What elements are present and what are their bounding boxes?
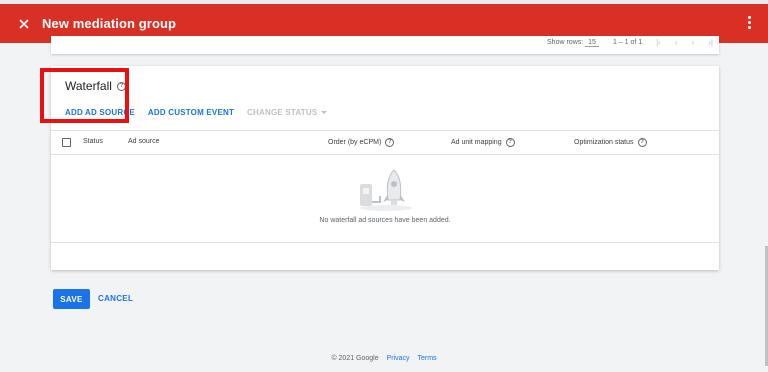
save-button[interactable]: SAVE <box>53 289 90 309</box>
column-status[interactable]: Status <box>83 138 103 145</box>
close-icon[interactable] <box>16 16 32 32</box>
rocket-launch-illustration <box>356 166 416 217</box>
page-range: 1 – 1 of 1 <box>612 39 643 46</box>
column-optimization-status[interactable]: Optimization status? <box>574 138 647 147</box>
waterfall-card: Waterfall ? ADD AD SOURCE ADD CUSTOM EVE… <box>51 66 719 270</box>
select-all-checkbox[interactable] <box>62 138 71 147</box>
column-ad-unit-mapping[interactable]: Ad unit mapping? <box>451 138 515 147</box>
empty-state-message: No waterfall ad sources have been added. <box>319 217 451 224</box>
chevron-down-icon <box>321 111 328 114</box>
add-custom-event-button[interactable]: ADD CUSTOM EVENT <box>148 108 234 117</box>
terms-link[interactable]: Terms <box>418 355 437 362</box>
annotation-highlight-box <box>40 68 129 123</box>
pagination-card: Show rows: 15 1 – 1 of 1 |‹ ‹ › ›| <box>51 36 719 54</box>
privacy-link[interactable]: Privacy <box>387 355 410 362</box>
pagination: Show rows: 15 1 – 1 of 1 |‹ ‹ › ›| <box>547 38 713 47</box>
help-icon[interactable]: ? <box>637 138 647 147</box>
page-footer: © 2021 Google Privacy Terms <box>0 355 768 362</box>
divider <box>51 242 719 243</box>
change-status-label: CHANGE STATUS <box>247 108 318 117</box>
cancel-button[interactable]: CANCEL <box>98 294 133 303</box>
column-order[interactable]: Order (by eCPM)? <box>328 138 395 147</box>
column-ad-source[interactable]: Ad source <box>128 138 160 145</box>
first-page-icon[interactable]: |‹ <box>656 38 661 47</box>
more-vert-icon[interactable] <box>748 16 752 32</box>
next-page-icon[interactable]: › <box>692 38 695 47</box>
help-icon[interactable]: ? <box>505 138 515 147</box>
rows-label: Show rows: <box>547 39 584 46</box>
copyright-text: © 2021 Google <box>331 355 379 362</box>
rows-select[interactable]: 15 <box>585 39 599 47</box>
table-header: Status Ad source Order (by eCPM)? Ad uni… <box>51 130 719 155</box>
help-icon[interactable]: ? <box>385 138 395 147</box>
prev-page-icon[interactable]: ‹ <box>675 38 678 47</box>
change-status-button[interactable]: CHANGE STATUS <box>247 108 328 117</box>
page-title: New mediation group <box>42 16 177 31</box>
last-page-icon[interactable]: ›| <box>708 38 713 47</box>
